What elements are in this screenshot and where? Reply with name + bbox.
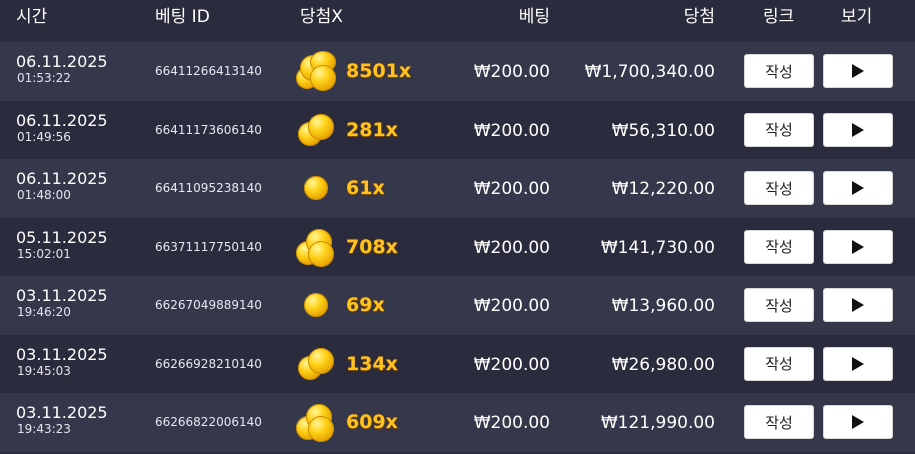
header-bet: 베팅 bbox=[518, 7, 550, 27]
coin-icon bbox=[310, 65, 336, 91]
write-link-button[interactable]: 작성 bbox=[744, 112, 814, 147]
play-icon bbox=[852, 415, 864, 429]
play-icon bbox=[852, 298, 864, 312]
row-multiplier: 8501x bbox=[346, 60, 412, 82]
play-icon bbox=[852, 181, 864, 195]
row-date: 06.11.2025 bbox=[16, 169, 108, 188]
coin-icon bbox=[296, 110, 340, 150]
row-bet-amount: ₩200.00 bbox=[473, 413, 550, 433]
play-icon bbox=[852, 122, 864, 137]
header-multiplier: 당첨X bbox=[300, 7, 343, 27]
table-row: 06.11.2025 01:53:22 66411266413140 8501x ₩20… bbox=[0, 42, 915, 101]
table-row: 03.11.2025 19:43:23 66266822006140 609x ₩200… bbox=[0, 393, 915, 452]
header-view: 보기 bbox=[841, 7, 873, 27]
play-icon bbox=[852, 64, 864, 78]
row-bet-id: 66411173606140 bbox=[155, 122, 262, 137]
row-win-amount: ₩121,990.00 bbox=[600, 413, 715, 433]
coin-icon bbox=[308, 347, 334, 374]
play-replay-button[interactable] bbox=[823, 112, 893, 147]
header-win: 당첨 bbox=[683, 7, 715, 27]
write-link-button[interactable]: 작성 bbox=[744, 229, 814, 264]
row-bet-amount: ₩200.00 bbox=[473, 296, 550, 316]
coin-icon bbox=[304, 176, 328, 200]
play-replay-button[interactable] bbox=[823, 229, 893, 264]
row-win-amount: ₩12,220.00 bbox=[611, 179, 715, 199]
play-icon bbox=[852, 239, 864, 254]
table-row: 03.11.2025 19:46:20 66267049889140 69x ₩200.… bbox=[0, 276, 915, 335]
row-bet-id: 66371117750140 bbox=[155, 239, 262, 254]
row-time: 15:02:01 bbox=[17, 246, 71, 261]
coin-icon bbox=[296, 344, 340, 384]
row-win-amount: ₩1,700,340.00 bbox=[584, 62, 715, 82]
coin-icon bbox=[296, 227, 340, 267]
write-link-button[interactable]: 작성 bbox=[744, 405, 814, 439]
coin-icon bbox=[296, 285, 340, 325]
row-bet-amount: ₩200.00 bbox=[473, 237, 550, 258]
row-win-amount: ₩13,960.00 bbox=[611, 296, 715, 316]
coin-icon bbox=[296, 402, 340, 442]
header-link: 링크 bbox=[763, 7, 795, 27]
row-win-amount: ₩56,310.00 bbox=[611, 120, 715, 141]
row-bet-id: 66266822006140 bbox=[155, 415, 262, 429]
write-link-button[interactable]: 작성 bbox=[744, 171, 814, 205]
write-link-button[interactable]: 작성 bbox=[744, 288, 814, 322]
row-multiplier: 69x bbox=[346, 294, 385, 316]
table-header: 시간 베팅 ID 당첨X 베팅 당첨 링크 보기 bbox=[0, 0, 915, 28]
row-bet-amount: ₩200.00 bbox=[473, 179, 550, 199]
write-link-button[interactable]: 작성 bbox=[744, 346, 814, 381]
row-date: 03.11.2025 bbox=[16, 286, 108, 305]
row-time: 01:48:00 bbox=[17, 188, 71, 202]
row-win-amount: ₩141,730.00 bbox=[600, 237, 715, 258]
row-date: 03.11.2025 bbox=[16, 344, 108, 364]
row-bet-amount: ₩200.00 bbox=[473, 120, 550, 141]
play-replay-button[interactable] bbox=[823, 288, 893, 322]
play-replay-button[interactable] bbox=[823, 171, 893, 205]
header-bet-id: 베팅 ID bbox=[155, 7, 210, 27]
coin-icon bbox=[308, 416, 334, 442]
row-bet-id: 66411095238140 bbox=[155, 181, 262, 195]
coin-icon bbox=[308, 113, 334, 140]
coin-icon bbox=[296, 168, 340, 208]
row-date: 06.11.2025 bbox=[16, 110, 108, 130]
bet-history-list: 06.11.2025 01:53:22 66411266413140 8501x ₩20… bbox=[0, 42, 915, 452]
row-bet-id: 66266928210140 bbox=[155, 356, 262, 371]
row-time: 19:43:23 bbox=[17, 422, 71, 436]
row-time: 01:53:22 bbox=[17, 71, 71, 85]
row-multiplier: 609x bbox=[346, 411, 398, 433]
table-row: 05.11.2025 15:02:01 66371117750140 708x ₩200… bbox=[0, 217, 915, 276]
play-icon bbox=[852, 356, 864, 371]
row-time: 19:45:03 bbox=[17, 363, 71, 378]
coin-icon bbox=[308, 240, 334, 267]
row-multiplier: 61x bbox=[346, 177, 385, 199]
row-time: 19:46:20 bbox=[17, 305, 71, 319]
row-multiplier: 708x bbox=[346, 235, 398, 258]
coin-icon bbox=[304, 293, 328, 317]
row-bet-id: 66411266413140 bbox=[155, 64, 262, 78]
play-replay-button[interactable] bbox=[823, 405, 893, 439]
row-multiplier: 134x bbox=[346, 352, 398, 375]
row-date: 06.11.2025 bbox=[16, 52, 108, 71]
row-multiplier: 281x bbox=[346, 118, 398, 141]
row-time: 01:49:56 bbox=[17, 129, 71, 144]
play-replay-button[interactable] bbox=[823, 54, 893, 88]
row-date: 05.11.2025 bbox=[16, 227, 108, 247]
table-row: 03.11.2025 19:45:03 66266928210140 134x ₩200… bbox=[0, 334, 915, 393]
coin-icon bbox=[296, 51, 340, 91]
row-date: 03.11.2025 bbox=[16, 403, 108, 422]
table-row: 06.11.2025 01:49:56 66411173606140 281x ₩200… bbox=[0, 100, 915, 159]
play-replay-button[interactable] bbox=[823, 346, 893, 381]
table-row: 06.11.2025 01:48:00 66411095238140 61x ₩200.… bbox=[0, 159, 915, 218]
row-bet-id: 66267049889140 bbox=[155, 298, 262, 312]
row-bet-amount: ₩200.00 bbox=[473, 354, 550, 375]
write-link-button[interactable]: 작성 bbox=[744, 54, 814, 88]
header-time: 시간 bbox=[16, 7, 48, 27]
row-bet-amount: ₩200.00 bbox=[473, 62, 550, 82]
row-win-amount: ₩26,980.00 bbox=[611, 354, 715, 375]
